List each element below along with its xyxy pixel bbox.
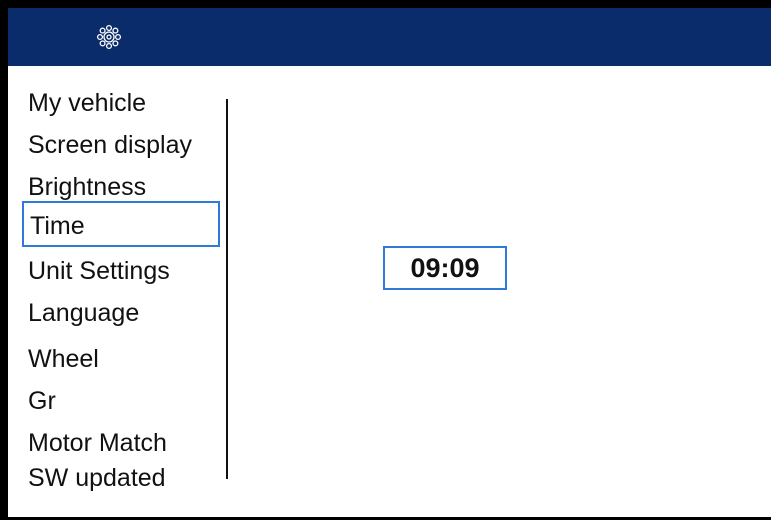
menu-item-gr[interactable]: Gr: [28, 384, 56, 418]
menu-item-my-vehicle[interactable]: My vehicle: [28, 86, 146, 120]
menu-item-unit-settings[interactable]: Unit Settings: [28, 254, 170, 288]
time-value-field[interactable]: 09:09: [383, 246, 507, 290]
menu-item-brightness[interactable]: Brightness: [28, 170, 146, 204]
menu-item-screen-display[interactable]: Screen display: [28, 128, 192, 162]
menu-item-language[interactable]: Language: [28, 296, 139, 330]
header-bar: [8, 8, 771, 66]
menu-item-motor-match[interactable]: Motor Match: [28, 426, 167, 460]
device-frame: My vehicle Screen display Brightness Tim…: [0, 0, 771, 520]
menu-divider: [226, 99, 228, 479]
menu-item-wheel[interactable]: Wheel: [28, 342, 99, 376]
menu-item-time[interactable]: Time: [22, 201, 220, 247]
display-screen: My vehicle Screen display Brightness Tim…: [8, 8, 771, 517]
menu-item-sw-updated[interactable]: SW updated: [28, 461, 166, 495]
settings-menu: My vehicle Screen display Brightness Tim…: [8, 66, 223, 517]
gear-icon[interactable]: [96, 24, 122, 50]
